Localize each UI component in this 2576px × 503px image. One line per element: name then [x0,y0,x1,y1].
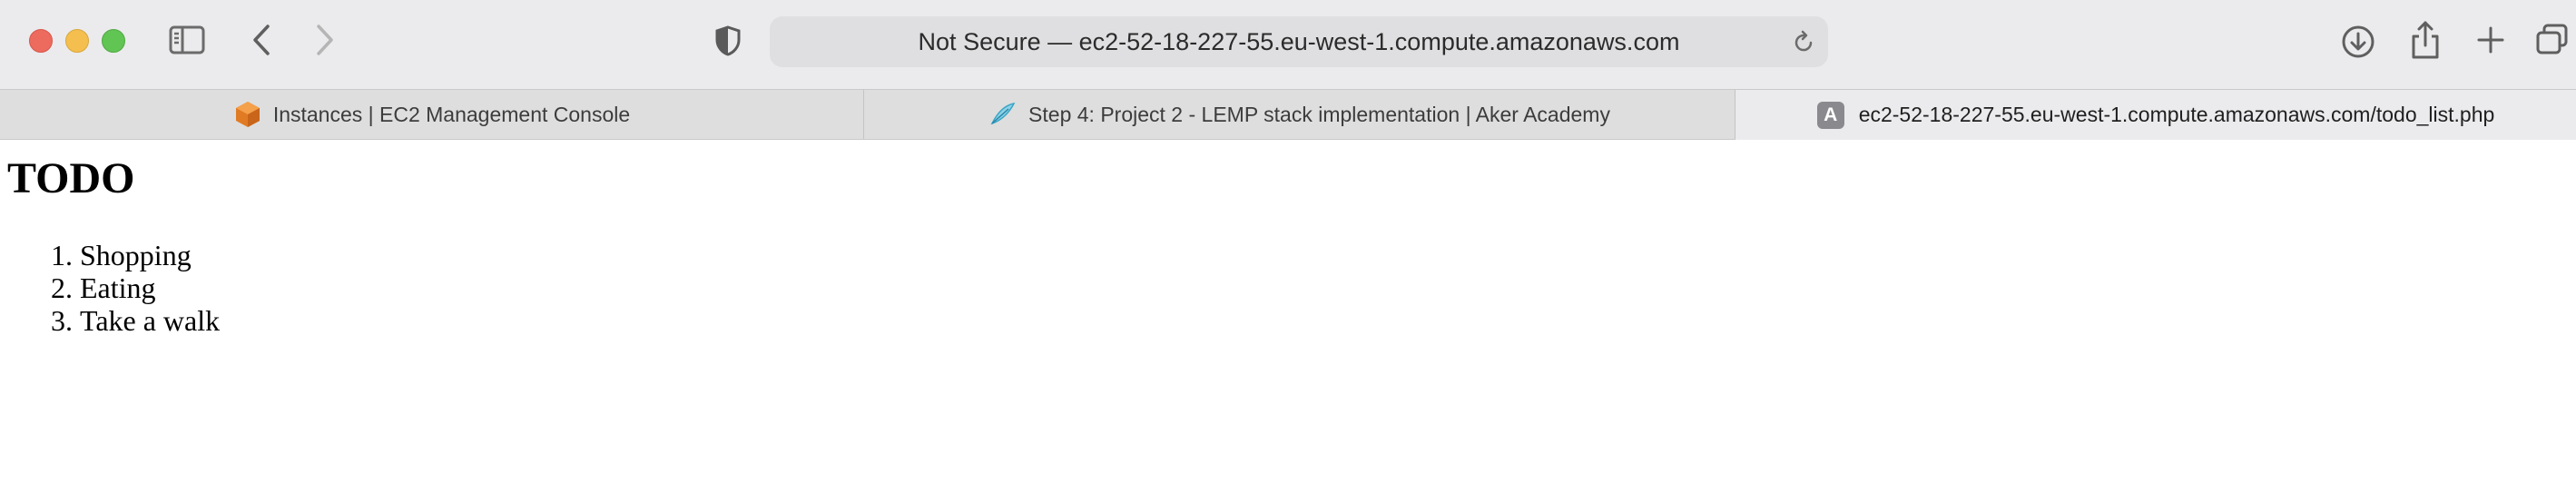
tab-title: Step 4: Project 2 - LEMP stack implement… [1028,102,1610,126]
tab-title: Instances | EC2 Management Console [272,102,631,126]
close-window-button[interactable] [29,29,53,53]
address-text[interactable]: Not Secure — ec2-52-18-227-55.eu-west-1.… [770,16,1828,67]
reload-icon[interactable] [1788,27,1819,58]
aker-feather-icon [988,100,1018,129]
todo-list: Shopping Eating Take a walk [0,239,220,337]
chevron-left-icon[interactable] [243,20,280,60]
tab-todo-list[interactable]: A ec2-52-18-227-55.eu-west-1.compute.ama… [1735,90,2576,140]
plus-icon[interactable] [2473,22,2509,58]
page-content: TODO Shopping Eating Take a walk [0,141,2576,503]
aws-cube-icon [233,100,262,129]
tab-overview-icon[interactable] [2534,22,2571,58]
minimize-window-button[interactable] [65,29,89,53]
address-bar[interactable]: Not Secure — ec2-52-18-227-55.eu-west-1.… [770,16,1828,67]
page-title: TODO [7,154,135,202]
list-item: Take a walk [80,304,220,337]
tab-bar: Instances | EC2 Management Console Step … [0,89,2576,140]
list-item: Shopping [80,239,220,271]
letter-a-favicon: A [1816,101,1844,129]
zoom-window-button[interactable] [102,29,125,53]
shield-icon[interactable] [712,24,744,58]
share-icon[interactable] [2407,18,2443,62]
sidebar-icon[interactable] [167,24,207,56]
tab-ec2-console[interactable]: Instances | EC2 Management Console [0,90,864,139]
list-item: Eating [80,271,220,304]
chevron-right-icon[interactable] [307,20,343,60]
tab-aker-academy[interactable]: Step 4: Project 2 - LEMP stack implement… [864,90,1735,139]
download-icon[interactable] [2340,24,2376,60]
browser-toolbar: Not Secure — ec2-52-18-227-55.eu-west-1.… [0,0,2576,89]
tab-title: ec2-52-18-227-55.eu-west-1.compute.amazo… [1858,103,2495,126]
